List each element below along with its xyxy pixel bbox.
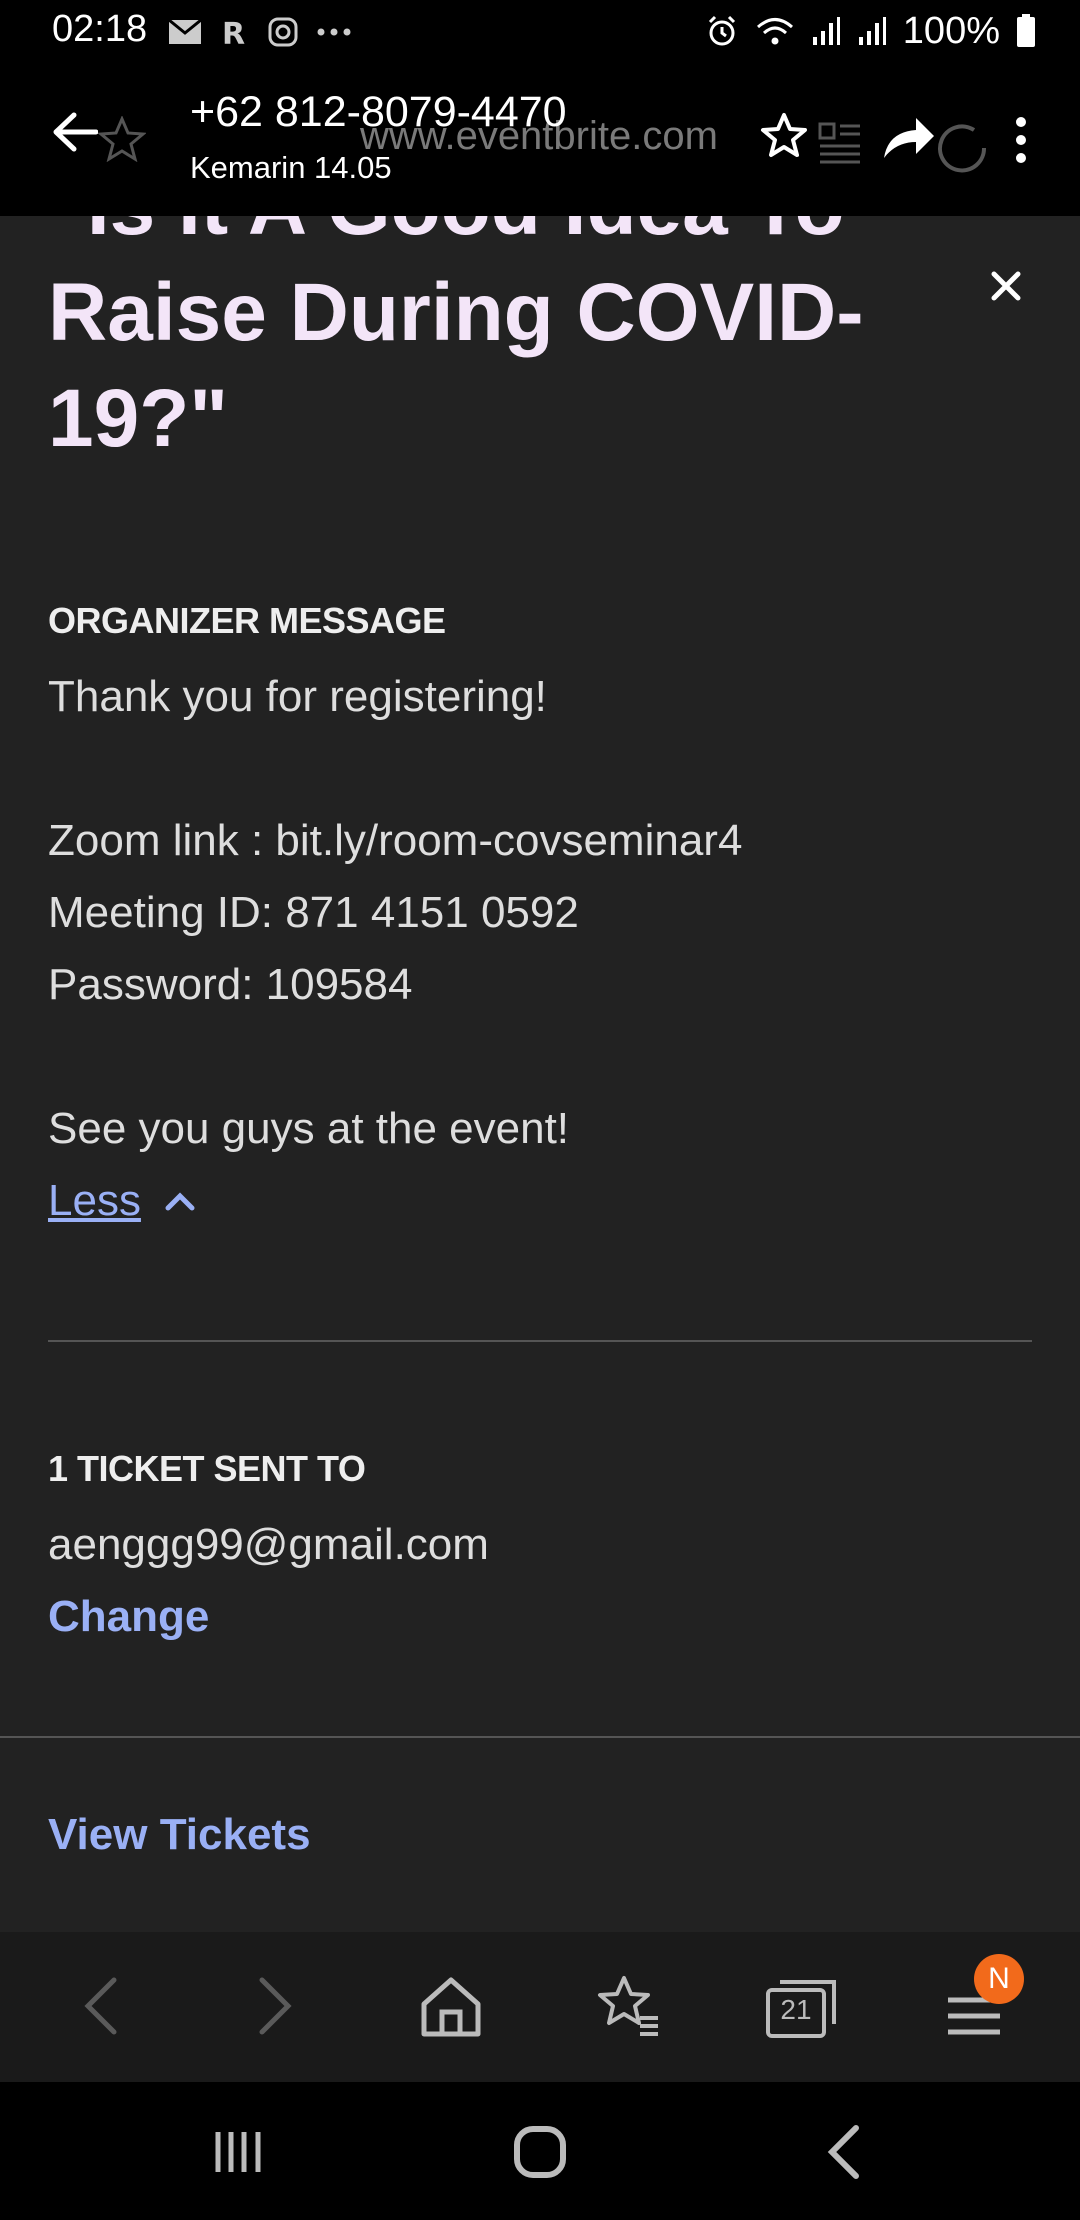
ticket-email: aenggg99@gmail.com bbox=[48, 1520, 489, 1569]
recent-apps-icon[interactable] bbox=[212, 2126, 266, 2178]
mail-icon bbox=[168, 19, 202, 44]
organizer-line-meeting-id: Meeting ID: 871 4151 0592 bbox=[48, 888, 579, 937]
svg-text:R: R bbox=[222, 17, 245, 48]
battery-icon bbox=[1017, 14, 1035, 47]
back-arrow-icon[interactable] bbox=[52, 112, 98, 152]
tabs-button[interactable]: 21 bbox=[764, 1976, 838, 2040]
battery-percent: 100% bbox=[902, 9, 1000, 52]
menu-badge: N bbox=[974, 1954, 1024, 2004]
r-app-icon: R bbox=[222, 17, 245, 48]
system-nav-bar bbox=[0, 2082, 1080, 2220]
notification-icons: R bbox=[168, 10, 352, 54]
close-icon[interactable] bbox=[990, 270, 1022, 302]
organizer-line-see-you: See you guys at the event! bbox=[48, 1104, 570, 1153]
view-tickets-button[interactable]: View Tickets bbox=[48, 1810, 311, 1860]
change-link[interactable]: Change bbox=[48, 1592, 209, 1642]
wifi-icon bbox=[756, 18, 793, 45]
more-options-icon[interactable] bbox=[1012, 116, 1030, 164]
organizer-message-heading: ORGANIZER MESSAGE bbox=[48, 600, 446, 641]
star-icon[interactable] bbox=[760, 112, 808, 158]
organizer-line-zoom: Zoom link : bit.ly/room-covseminar4 bbox=[48, 816, 743, 865]
event-title-line-2: Raise During COVID- bbox=[48, 267, 864, 358]
footer-divider bbox=[0, 1736, 1080, 1738]
section-divider bbox=[48, 1340, 1032, 1342]
back-nav-icon[interactable] bbox=[826, 2124, 862, 2180]
system-status-icons: 100% bbox=[705, 8, 1036, 54]
alarm-icon bbox=[708, 15, 735, 46]
organizer-line-password: Password: 109584 bbox=[48, 960, 413, 1009]
instagram-icon bbox=[268, 17, 298, 47]
chat-title: +62 812-8079-4470 bbox=[190, 88, 567, 136]
signal-icon-1 bbox=[812, 17, 840, 45]
ghost-star-icon bbox=[98, 116, 146, 162]
top-app-bar: www.eventbrite.com +62 812-8079-4470 Kem… bbox=[0, 64, 1080, 216]
tabs-count: 21 bbox=[780, 1994, 812, 2025]
organizer-line-thanks: Thank you for registering! bbox=[48, 672, 547, 721]
browser-back-icon[interactable] bbox=[82, 1976, 118, 2036]
signal-icon-2 bbox=[858, 17, 886, 45]
menu-button[interactable]: N bbox=[944, 1954, 1024, 2044]
home-icon[interactable] bbox=[420, 1976, 482, 2038]
less-toggle[interactable]: Less bbox=[48, 1176, 195, 1226]
more-notifications-icon bbox=[317, 28, 351, 36]
browser-forward-icon[interactable] bbox=[258, 1976, 294, 2036]
bookmarks-icon[interactable] bbox=[596, 1974, 662, 2038]
chat-subtitle: Kemarin 14.05 bbox=[190, 150, 392, 185]
status-time: 02:18 bbox=[52, 8, 148, 50]
event-title-partial: "Is It A Good Idea To bbox=[48, 216, 845, 260]
refresh-icon bbox=[938, 124, 987, 173]
share-forward-icon[interactable] bbox=[882, 116, 936, 160]
chevron-up-icon[interactable] bbox=[165, 1191, 195, 1211]
less-link[interactable]: Less bbox=[48, 1176, 141, 1226]
home-nav-icon[interactable] bbox=[512, 2124, 568, 2180]
ticket-sent-heading: 1 TICKET SENT TO bbox=[48, 1448, 366, 1489]
event-title-line-3: 19?" bbox=[48, 373, 229, 464]
page-content: "Is It A Good Idea To Raise During COVID… bbox=[0, 216, 1080, 1932]
browser-toolbar: 21 N bbox=[0, 1932, 1080, 2082]
status-bar: 02:18 R 100% bbox=[0, 0, 1080, 64]
reader-icon bbox=[818, 122, 860, 164]
